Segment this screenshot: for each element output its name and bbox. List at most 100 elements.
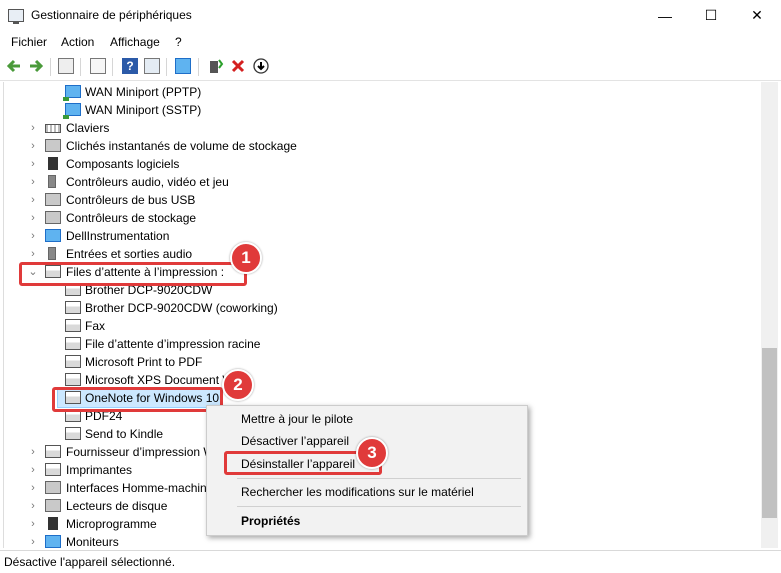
minimize-button[interactable]: — <box>642 0 688 31</box>
status-bar: Désactive l'appareil sélectionné. <box>0 550 781 573</box>
tree-category[interactable]: › Contrôleurs de stockage <box>4 209 762 227</box>
tree-category[interactable]: › Entrées et sorties audio <box>4 245 762 263</box>
back-icon[interactable] <box>6 58 22 74</box>
forward-icon[interactable] <box>28 58 44 74</box>
speaker-icon <box>48 247 56 260</box>
chevron-right-icon[interactable]: › <box>28 158 38 170</box>
firmware-icon <box>48 517 58 530</box>
tree-category[interactable]: › DellInstrumentation <box>4 227 762 245</box>
tree-item[interactable]: Brother DCP-9020CDW (coworking) <box>4 299 762 317</box>
storage-snapshot-icon <box>45 139 61 152</box>
status-text: Désactive l'appareil sélectionné. <box>4 555 176 569</box>
toolbar-separator <box>198 58 199 76</box>
scrollbar-thumb[interactable] <box>762 348 777 518</box>
maximize-button[interactable]: ☐ <box>688 0 734 31</box>
title-bar: Gestionnaire de périphériques — ☐ ✕ <box>0 0 781 32</box>
tree-item-label: WAN Miniport (SSTP) <box>85 103 202 117</box>
tree-category-label: Lecteurs de disque <box>66 499 168 513</box>
printer-icon <box>65 355 81 368</box>
tree-item[interactable]: Fax <box>4 317 762 335</box>
update-driver-menu-item[interactable]: Mettre à jour le pilote <box>241 412 353 426</box>
tree-category-label: Imprimantes <box>66 463 133 477</box>
chevron-right-icon[interactable]: › <box>28 446 38 458</box>
chevron-right-icon[interactable]: › <box>28 482 38 494</box>
chevron-right-icon[interactable]: › <box>28 500 38 512</box>
toolbar-separator <box>50 58 51 76</box>
tree-category-label: Entrées et sorties audio <box>66 247 193 261</box>
tree-item-label: Brother DCP-9020CDW (coworking) <box>85 301 278 315</box>
chevron-right-icon[interactable]: › <box>28 230 38 242</box>
tree-item-label: Microsoft Print to PDF <box>85 355 203 369</box>
tree-category-label: Claviers <box>66 121 110 135</box>
toolbar-separator <box>112 58 113 76</box>
tree-item[interactable]: WAN Miniport (SSTP) <box>4 101 762 119</box>
chevron-right-icon[interactable]: › <box>28 518 38 530</box>
menu-separator <box>237 506 521 507</box>
chevron-right-icon[interactable]: › <box>28 212 38 224</box>
tree-category-label: Clichés instantanés de volume de stockag… <box>66 139 297 153</box>
document-icon[interactable] <box>90 58 106 74</box>
tree-item-label: WAN Miniport (PPTP) <box>85 85 202 99</box>
tree-item[interactable]: Microsoft Print to PDF <box>4 353 762 371</box>
tree-category-label: Contrôleurs de stockage <box>66 211 197 225</box>
tree-category[interactable]: › Contrôleurs de bus USB <box>4 191 762 209</box>
chevron-right-icon[interactable]: › <box>28 122 38 134</box>
annotation-box-2 <box>52 387 223 412</box>
tree-item-label: Microsoft XPS Document W <box>85 373 234 387</box>
storage-controller-icon <box>45 211 61 224</box>
chevron-right-icon[interactable]: › <box>28 140 38 152</box>
network-adapter-icon <box>63 85 81 101</box>
annotation-box-1 <box>19 262 247 286</box>
disk-drive-icon <box>45 499 61 512</box>
annotation-badge-2: 2 <box>222 369 254 401</box>
device-manager-icon <box>8 9 24 24</box>
menu-fichier[interactable]: Fichier <box>11 35 47 49</box>
tree-category[interactable]: › Composants logiciels <box>4 155 762 173</box>
tree-category[interactable]: › Contrôleurs audio, vidéo et jeu <box>4 173 762 191</box>
uninstall-icon[interactable] <box>230 58 246 74</box>
software-component-icon <box>48 157 58 170</box>
properties-menu-item[interactable]: Propriétés <box>241 514 300 528</box>
tree-category-label: Moniteurs <box>66 535 119 548</box>
menu-action[interactable]: Action <box>61 35 94 49</box>
scan-hardware-menu-item[interactable]: Rechercher les modifications sur le maté… <box>241 485 474 499</box>
tree-item-label: Fax <box>85 319 106 333</box>
chevron-right-icon[interactable]: › <box>28 176 38 188</box>
tree-category[interactable]: › Claviers <box>4 119 762 137</box>
properties-view-icon[interactable] <box>58 58 74 74</box>
close-button[interactable]: ✕ <box>734 0 780 31</box>
chevron-right-icon[interactable]: › <box>28 248 38 260</box>
monitor-icon <box>45 535 61 548</box>
printer-icon <box>65 427 81 440</box>
chevron-right-icon[interactable]: › <box>28 194 38 206</box>
monitor-icon <box>45 229 61 242</box>
toolbar: ? <box>0 54 781 81</box>
printer-icon <box>65 319 81 332</box>
tree-item[interactable]: WAN Miniport (PPTP) <box>4 83 762 101</box>
tree-item[interactable]: File d’attente d’impression racine <box>4 335 762 353</box>
tree-category-label: Composants logiciels <box>66 157 180 171</box>
tree-category[interactable]: › Clichés instantanés de volume de stock… <box>4 137 762 155</box>
printer-icon <box>65 337 81 350</box>
disable-device-menu-item[interactable]: Désactiver l’appareil <box>241 434 349 448</box>
grid-view-icon[interactable] <box>144 58 160 74</box>
tree-category-label: Microprogramme <box>66 517 157 531</box>
printer-icon <box>45 463 61 476</box>
tree-category-label: Contrôleurs audio, vidéo et jeu <box>66 175 229 189</box>
menu-affichage[interactable]: Affichage <box>110 35 160 49</box>
menu-bar: Fichier Action Affichage ? <box>0 32 781 52</box>
update-driver-icon[interactable] <box>208 58 224 74</box>
printer-icon <box>65 373 81 386</box>
printer-icon <box>65 301 81 314</box>
usb-icon <box>45 193 61 206</box>
menu-help[interactable]: ? <box>175 35 182 49</box>
keyboard-icon <box>45 124 61 133</box>
annotation-badge-1: 1 <box>230 242 262 274</box>
annotation-badge-3: 3 <box>356 437 388 469</box>
download-icon[interactable] <box>253 58 269 74</box>
toolbar-separator <box>166 58 167 76</box>
chevron-right-icon[interactable]: › <box>28 464 38 476</box>
help-icon[interactable]: ? <box>122 58 138 74</box>
scan-hardware-icon[interactable] <box>175 58 191 74</box>
chevron-right-icon[interactable]: › <box>28 536 38 548</box>
